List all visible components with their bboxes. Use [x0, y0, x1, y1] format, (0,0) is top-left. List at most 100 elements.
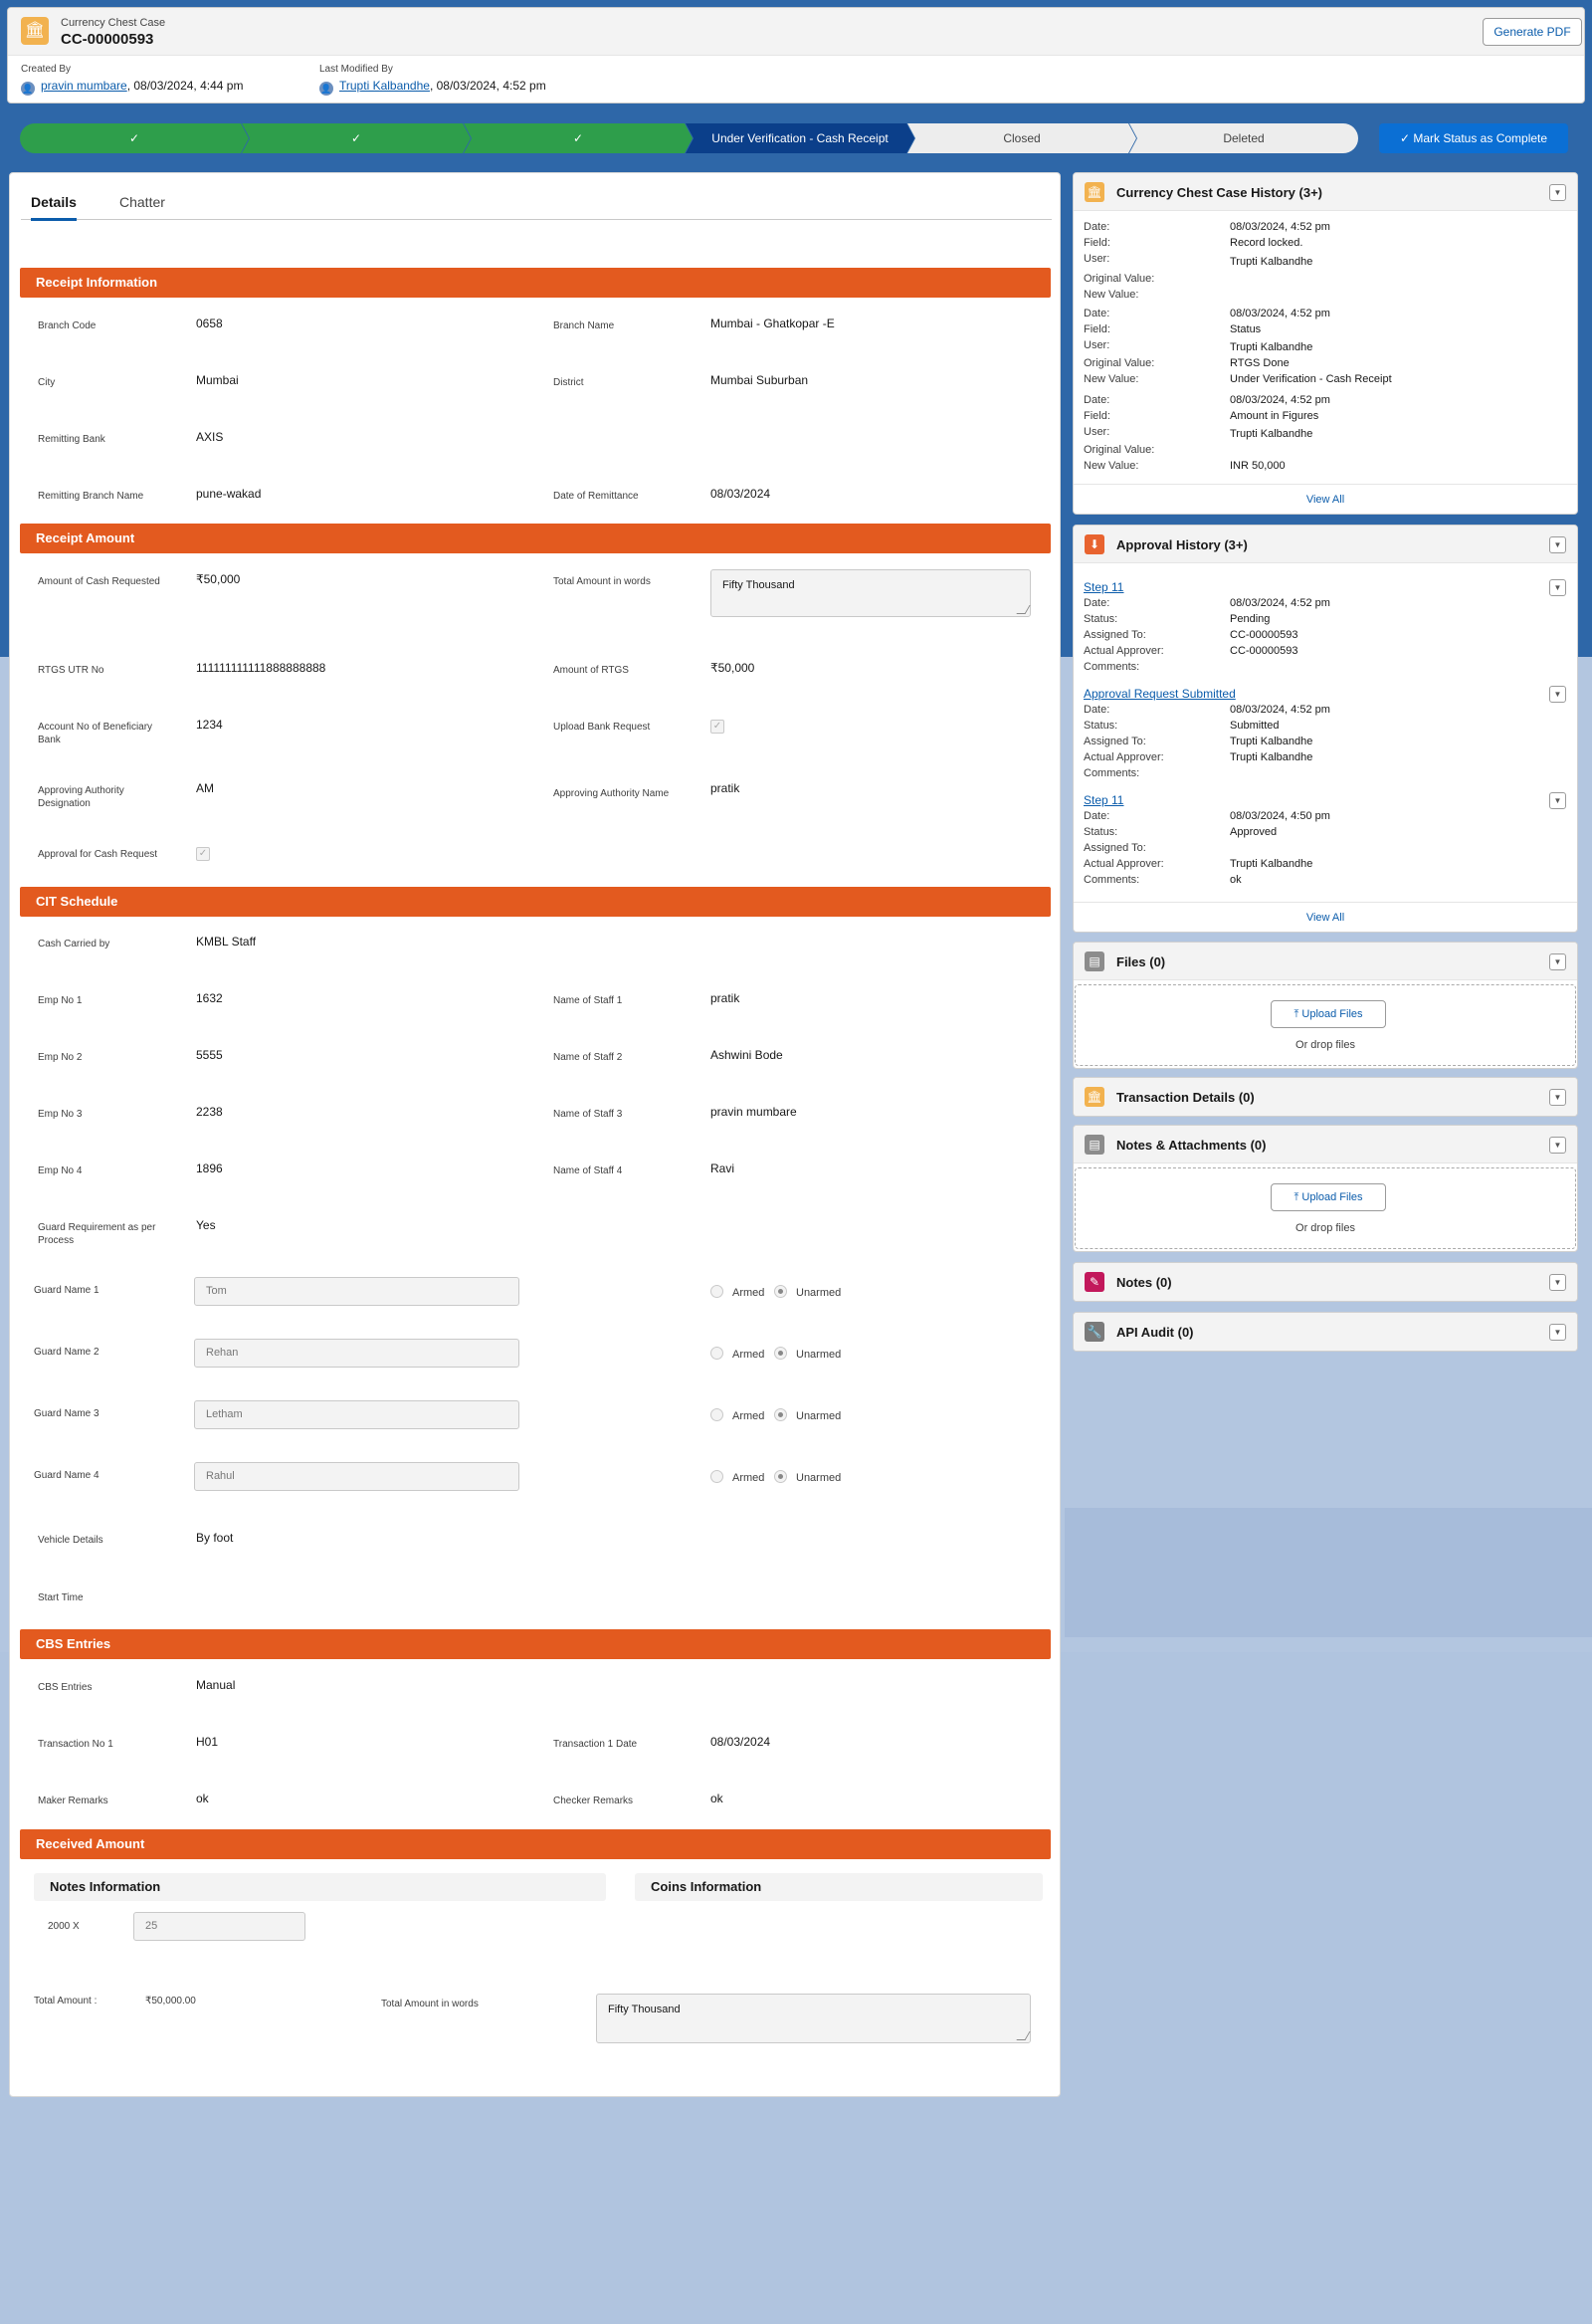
approval-label: Comments: — [1084, 874, 1140, 886]
approval-actual-link[interactable]: Trupti Kalbandhe — [1230, 858, 1312, 870]
approval-step-link[interactable]: Step 11 — [1084, 793, 1123, 807]
approval-step-link[interactable]: Step 11 — [1084, 580, 1123, 594]
tab-chatter[interactable]: Chatter — [119, 194, 165, 218]
guard-4-unarmed-radio[interactable] — [774, 1470, 787, 1483]
field-label: Approving Authority Designation — [38, 785, 124, 809]
record-title: CC-00000593 — [61, 31, 154, 48]
field-staff-name-4: Ravi — [710, 1162, 735, 1175]
user-avatar-icon: 👤 — [21, 82, 35, 96]
received-total-words-textarea[interactable]: Fifty Thousand — [596, 1994, 1031, 2043]
path-step-2[interactable]: ✓ — [242, 123, 471, 153]
mark-status-complete-button[interactable]: ✓ Mark Status as Complete — [1379, 123, 1568, 153]
section-receipt-amount[interactable]: Receipt Amount — [20, 524, 1051, 553]
path-step-1[interactable]: ✓ — [20, 123, 249, 153]
field-approving-designation: AM — [196, 781, 214, 795]
field-branch-name: Mumbai - Ghatkopar -E — [710, 317, 835, 330]
field-emp-no-3: 2238 — [196, 1105, 223, 1119]
approval-cash-request-checkbox[interactable]: ✓ — [196, 847, 210, 861]
history-user-link[interactable]: Trupti Kalbandhe — [1230, 341, 1312, 353]
chevron-down-icon[interactable]: ▼ — [1549, 1137, 1566, 1154]
detail-panel: Details Chatter Receipt Information Bran… — [9, 172, 1061, 2097]
history-label: New Value: — [1084, 460, 1139, 472]
modified-by-user-link[interactable]: Trupti Kalbandhe — [339, 79, 430, 93]
guard-name-4-input[interactable]: Rahul — [194, 1462, 519, 1491]
approval-step-link[interactable]: Approval Request Submitted — [1084, 687, 1236, 701]
path-step-current[interactable]: Under Verification - Cash Receipt — [686, 123, 914, 153]
upload-files-button[interactable]: ⤒ Upload Files — [1271, 1000, 1386, 1028]
guard-1-unarmed-radio[interactable] — [774, 1285, 787, 1298]
approval-assigned-link[interactable]: Trupti Kalbandhe — [1230, 736, 1312, 747]
section-cit-schedule[interactable]: CIT Schedule — [20, 887, 1051, 917]
api-audit-title[interactable]: API Audit (0) — [1116, 1325, 1194, 1340]
generate-pdf-button[interactable]: Generate PDF — [1483, 18, 1582, 46]
field-transaction-no-1: H01 — [196, 1735, 219, 1749]
history-user-link[interactable]: Trupti Kalbandhe — [1230, 428, 1312, 440]
history-label: Field: — [1084, 237, 1110, 249]
approval-view-all-link[interactable]: View All — [1074, 902, 1577, 932]
tab-details[interactable]: Details — [31, 194, 77, 221]
approval-history-title[interactable]: Approval History (3+) — [1116, 537, 1248, 552]
approval-actual-link[interactable]: Trupti Kalbandhe — [1230, 751, 1312, 763]
files-title[interactable]: Files (0) — [1116, 954, 1165, 969]
upload-bank-request-checkbox[interactable]: ✓ — [710, 720, 724, 734]
approval-label: Date: — [1084, 704, 1110, 716]
guard-1-armed-radio[interactable] — [710, 1285, 723, 1298]
file-drop-zone[interactable]: ⤒ Upload Files Or drop files — [1075, 1167, 1576, 1249]
chevron-down-icon[interactable]: ▼ — [1549, 1089, 1566, 1106]
guard-3-unarmed-radio[interactable] — [774, 1408, 787, 1421]
chevron-down-icon[interactable]: ▼ — [1549, 536, 1566, 553]
approval-label: Status: — [1084, 826, 1118, 838]
chevron-down-icon[interactable]: ▼ — [1549, 1274, 1566, 1291]
files-icon: ▤ — [1085, 951, 1104, 971]
guard-4-armed-radio[interactable] — [710, 1470, 723, 1483]
chevron-down-icon[interactable]: ▼ — [1549, 579, 1566, 596]
section-cbs-entries[interactable]: CBS Entries — [20, 1629, 1051, 1659]
guard-2-unarmed-radio[interactable] — [774, 1347, 787, 1360]
approval-value: Approved — [1230, 826, 1278, 838]
chevron-down-icon[interactable]: ▼ — [1549, 1324, 1566, 1341]
chevron-down-icon[interactable]: ▼ — [1549, 184, 1566, 201]
tab-bar: Details Chatter — [21, 190, 1052, 221]
notes-attachments-title[interactable]: Notes & Attachments (0) — [1116, 1138, 1266, 1153]
approval-label: Actual Approver: — [1084, 645, 1164, 657]
guard-name-2-input[interactable]: Rehan — [194, 1339, 519, 1368]
history-view-all-link[interactable]: View All — [1074, 484, 1577, 514]
history-label: Field: — [1084, 410, 1110, 422]
chevron-down-icon[interactable]: ▼ — [1549, 792, 1566, 809]
history-label: Original Value: — [1084, 273, 1155, 285]
path-step-deleted[interactable]: Deleted — [1129, 123, 1358, 153]
field-label: Guard Name 4 — [34, 1470, 100, 1481]
guard-2-armed-radio[interactable] — [710, 1347, 723, 1360]
section-received-amount[interactable]: Received Amount — [20, 1829, 1051, 1859]
approval-value: Submitted — [1230, 720, 1280, 732]
history-value: INR 50,000 — [1230, 460, 1286, 472]
denomination-2000-input[interactable]: 25 — [133, 1912, 305, 1941]
history-user-link[interactable]: Trupti Kalbandhe — [1230, 256, 1312, 268]
guard-name-1-input[interactable]: Tom — [194, 1277, 519, 1306]
transaction-details-title[interactable]: Transaction Details (0) — [1116, 1090, 1255, 1105]
radio-label: Armed — [732, 1349, 765, 1361]
chevron-down-icon[interactable]: ▼ — [1549, 953, 1566, 970]
guard-3-armed-radio[interactable] — [710, 1408, 723, 1421]
section-receipt-information[interactable]: Receipt Information — [20, 268, 1051, 298]
upload-files-button[interactable]: ⤒ Upload Files — [1271, 1183, 1386, 1211]
radio-label: Armed — [732, 1410, 765, 1422]
status-path: ✓ ✓ ✓ Under Verification - Cash Receipt … — [20, 123, 1358, 153]
drop-files-hint: Or drop files — [1295, 1039, 1355, 1051]
radio-label: Armed — [732, 1287, 765, 1299]
file-drop-zone[interactable]: ⤒ Upload Files Or drop files — [1075, 984, 1576, 1066]
history-value: 08/03/2024, 4:52 pm — [1230, 394, 1330, 406]
path-step-closed[interactable]: Closed — [907, 123, 1136, 153]
field-label: Date of Remittance — [553, 491, 639, 502]
total-amount-words-textarea[interactable]: Fifty Thousand — [710, 569, 1031, 617]
history-label: Original Value: — [1084, 444, 1155, 456]
chevron-down-icon[interactable]: ▼ — [1549, 686, 1566, 703]
path-step-3[interactable]: ✓ — [464, 123, 693, 153]
history-title[interactable]: Currency Chest Case History (3+) — [1116, 185, 1322, 200]
created-by-user-link[interactable]: pravin mumbare — [41, 79, 127, 93]
field-label: Checker Remarks — [553, 1796, 634, 1806]
approval-value: 08/03/2024, 4:52 pm — [1230, 597, 1330, 609]
guard-name-3-input[interactable]: Letham — [194, 1400, 519, 1429]
field-label: Total Amount in words — [553, 576, 651, 587]
notes-title[interactable]: Notes (0) — [1116, 1275, 1172, 1290]
